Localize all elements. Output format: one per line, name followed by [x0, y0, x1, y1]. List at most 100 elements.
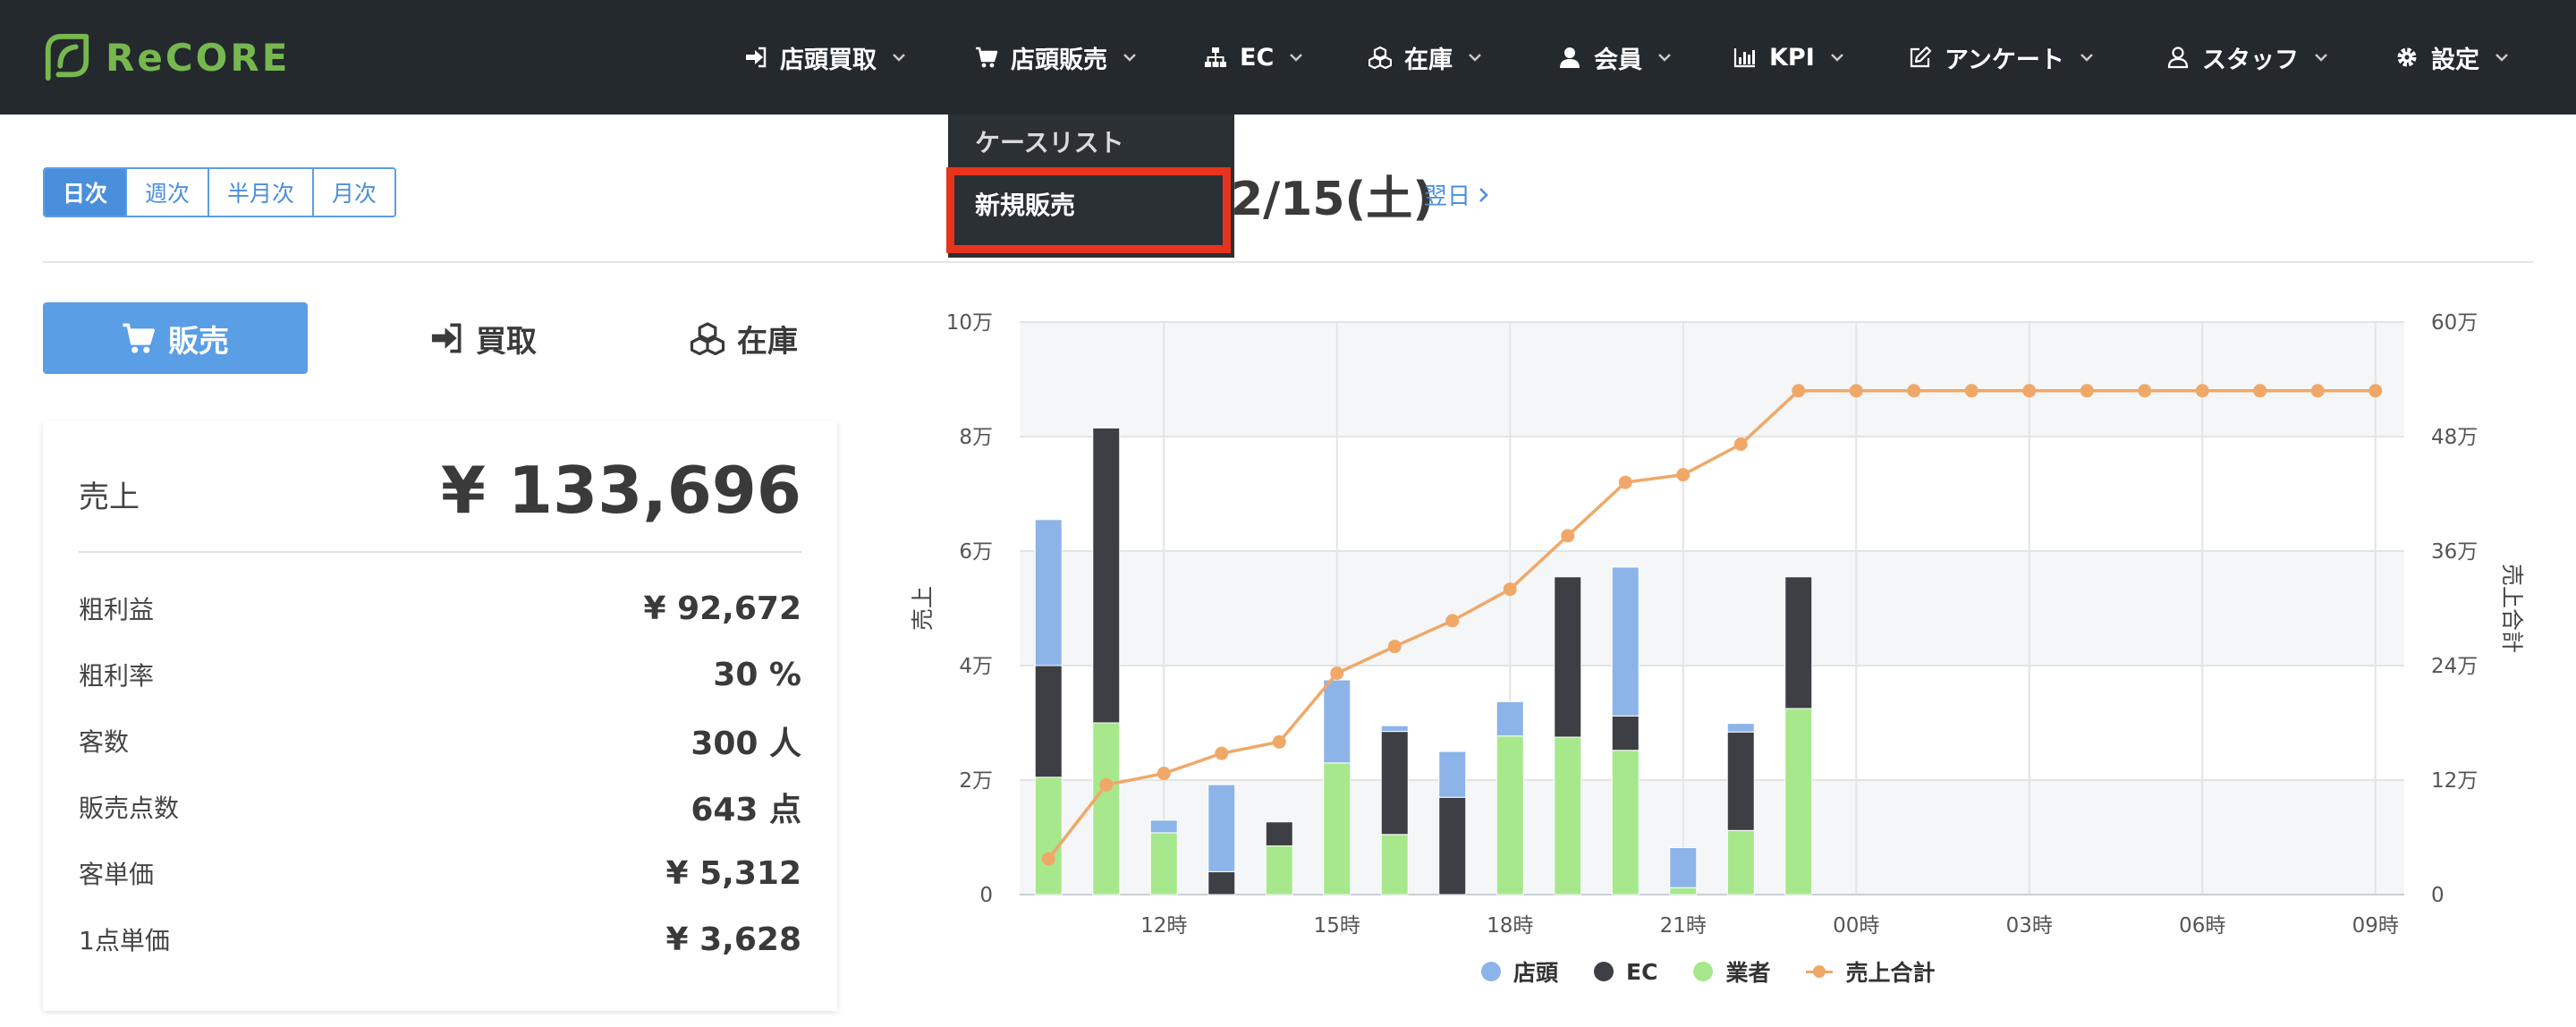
bar-store: [1726, 723, 1755, 733]
nav-members[interactable]: 会員: [1558, 0, 1673, 115]
nav-label: EC: [1240, 43, 1275, 72]
metric-value: 30 %: [713, 656, 801, 693]
y-tick-label: 2万: [959, 769, 993, 793]
metric-customers: 客数 300 人: [79, 714, 801, 768]
bar-dealer: [1784, 708, 1813, 895]
logo[interactable]: ReCORE: [41, 30, 290, 84]
metric-gross-profit: 粗利益 ¥ 92,672: [79, 581, 801, 635]
total-point: [1849, 384, 1863, 398]
metric-label: 1点単価: [79, 926, 170, 955]
bar-store: [1149, 819, 1178, 834]
total-point: [1561, 529, 1575, 543]
user-icon: [1558, 46, 1581, 69]
y-tick-label: 8万: [959, 426, 993, 449]
metric-label: 客数: [79, 727, 130, 757]
y2-tick-label: 48万: [2431, 426, 2478, 449]
bar-dealer: [1149, 832, 1178, 895]
bar-dealer: [1323, 762, 1352, 895]
highlight-box: [946, 167, 1231, 253]
bar-store: [1438, 751, 1467, 798]
nav-survey[interactable]: アンケート: [1909, 0, 2095, 115]
metric-label: 粗利益: [79, 595, 155, 624]
gear-icon: [2395, 46, 2419, 69]
bar-ec: [1726, 731, 1755, 831]
nav-store-purchase[interactable]: 店頭買取: [744, 0, 907, 115]
next-day-link[interactable]: 翌日: [1424, 178, 1490, 211]
summary-card: 売上 ¥ 133,696 粗利益 ¥ 92,672 粗利率 30 % 客数 30…: [43, 420, 837, 1011]
total-point: [1907, 384, 1921, 398]
tab-half-monthly[interactable]: 半月次: [209, 169, 315, 216]
nav-store-sales[interactable]: 店頭販売: [975, 0, 1138, 115]
bar-store: [1611, 566, 1640, 717]
chart-band: [1020, 322, 2404, 437]
nav-label: 店頭販売: [1011, 46, 1107, 74]
total-point: [2080, 384, 2094, 398]
chevron-down-icon: [2313, 49, 2329, 65]
total-point: [2022, 384, 2037, 398]
legend-label: 業者: [1725, 960, 1771, 986]
tab-daily[interactable]: 日次: [45, 169, 128, 216]
bar-dealer: [1554, 736, 1582, 895]
total-point: [2195, 384, 2209, 398]
metric-items-sold: 販売点数 643 点: [79, 780, 801, 834]
legend-item-dealer[interactable]: 業者: [1693, 955, 1770, 988]
sign-in-icon: [744, 46, 767, 69]
nav-kpi[interactable]: KPI: [1733, 0, 1845, 115]
y2-tick-label: 60万: [2431, 311, 2478, 335]
total-point: [1445, 614, 1460, 628]
bar-dealer: [1669, 887, 1698, 895]
tab-purchase[interactable]: 買取: [376, 302, 590, 374]
bar-store: [1380, 725, 1409, 733]
bar-store: [1496, 700, 1524, 737]
total-point: [1041, 852, 1055, 866]
user-outline-icon: [2166, 46, 2190, 69]
total-point: [1503, 582, 1517, 597]
legend-swatch: [1481, 962, 1501, 981]
legend-label: 売上合計: [1845, 960, 1936, 986]
nav-ec[interactable]: EC: [1204, 0, 1304, 115]
tab-monthly[interactable]: 月次: [314, 169, 395, 216]
bar-dealer: [1726, 829, 1755, 895]
bar-ec: [1208, 870, 1236, 895]
chevron-down-icon: [891, 49, 907, 65]
dropdown-item-case-list[interactable]: ケースリスト: [975, 123, 1124, 159]
chart-legend: 店頭 EC 業者 売上合計: [1481, 955, 1970, 988]
metric-label: 販売点数: [79, 794, 180, 823]
x-tick-label: 18時: [1487, 914, 1533, 938]
nav-settings[interactable]: 設定: [2395, 0, 2510, 115]
nav-label: アンケート: [1945, 46, 2064, 74]
date-title: 2/15(土): [1231, 173, 1435, 226]
metric-value: 643 点: [691, 792, 801, 828]
nav-staff[interactable]: スタッフ: [2166, 0, 2329, 115]
sign-in-icon: [431, 323, 462, 353]
metric-gross-margin: 粗利率 30 %: [79, 648, 801, 701]
y2-tick-label: 36万: [2431, 540, 2478, 564]
legend-label: 店頭: [1513, 960, 1559, 986]
metric-value: ¥ 92,672: [643, 590, 801, 627]
legend-item-ec[interactable]: EC: [1594, 959, 1657, 985]
chevron-down-icon: [2494, 49, 2510, 65]
total-point: [1792, 384, 1806, 398]
bar-ec: [1611, 715, 1640, 751]
bar-store: [1034, 519, 1063, 666]
total-point: [1618, 475, 1632, 489]
y2-tick-label: 0: [2431, 884, 2445, 907]
total-point: [1099, 777, 1114, 792]
tab-inventory[interactable]: 在庫: [637, 302, 852, 374]
legend-item-store[interactable]: 店頭: [1481, 955, 1558, 988]
bar-store: [1669, 847, 1698, 888]
legend-label: EC: [1626, 958, 1658, 985]
bar-store: [1323, 679, 1352, 764]
legend-item-total[interactable]: 売上合計: [1806, 955, 1935, 988]
chevron-down-icon: [1122, 49, 1138, 65]
nav-label: 店頭買取: [780, 46, 877, 74]
chevron-down-icon: [1467, 49, 1483, 65]
y-tick-label: 0: [979, 884, 993, 907]
tab-weekly[interactable]: 週次: [127, 169, 210, 216]
nav-label: 在庫: [1404, 46, 1453, 74]
nav-inventory[interactable]: 在庫: [1368, 0, 1483, 115]
bar-chart-icon: [1733, 46, 1757, 69]
tab-sales[interactable]: 販売: [43, 302, 308, 374]
x-tick-label: 09時: [2352, 914, 2399, 938]
x-tick-label: 06時: [2179, 914, 2225, 938]
